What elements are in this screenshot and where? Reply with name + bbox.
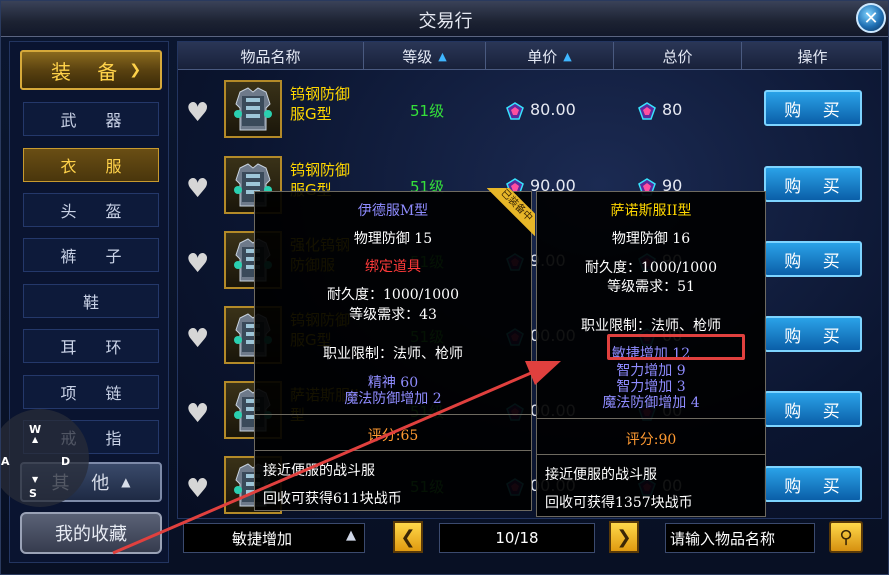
key-s: S [29, 487, 37, 500]
trading-house-window: 交易行 ✕ 装 备 ❯ 武 器 衣 服 头 盔 裤 子 鞋 耳 环 项 链 戒 … [0, 0, 889, 575]
key-a: A [1, 455, 10, 468]
arrow-down-icon: ▼ [32, 475, 39, 484]
arrow-up-icon: ▲ [32, 435, 39, 444]
annotation-arrow [112, 361, 561, 555]
key-d: D [61, 455, 71, 468]
